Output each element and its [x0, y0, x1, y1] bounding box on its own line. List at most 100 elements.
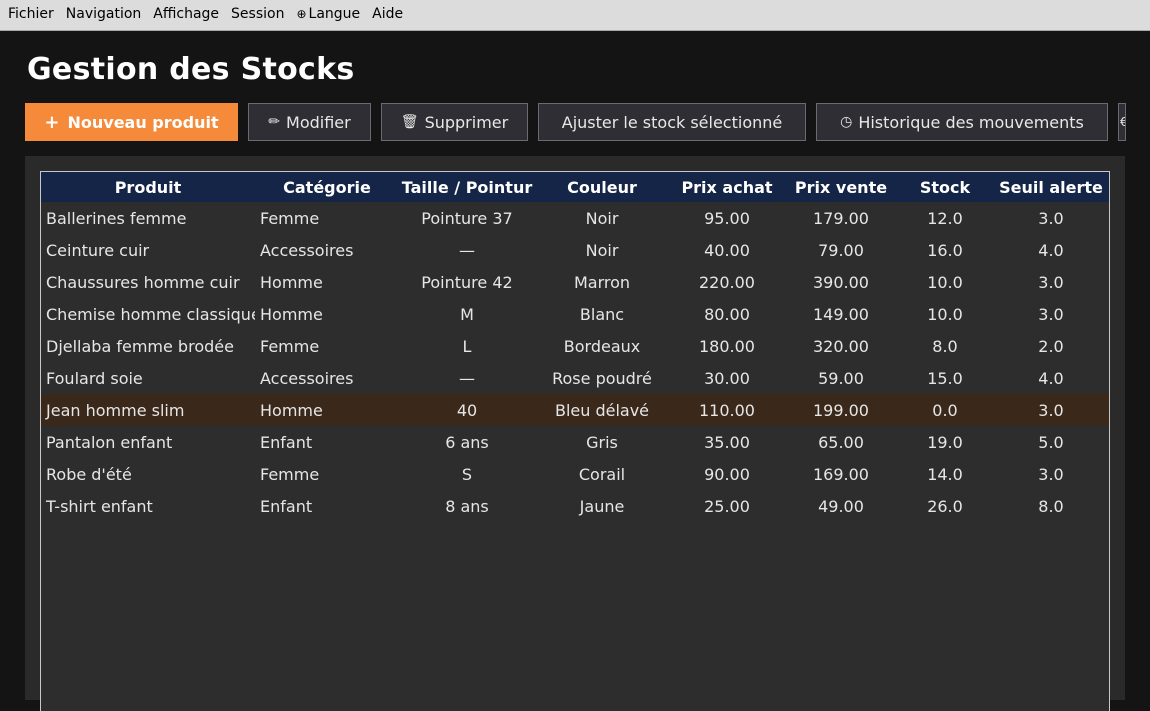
menu-session[interactable]: Session — [225, 6, 290, 24]
cell-prix-achat: 35.00 — [704, 432, 750, 452]
cell-stock: 0.0 — [932, 400, 958, 420]
cell-stock: 16.0 — [927, 240, 963, 260]
table-row[interactable]: Robe d'été Femme S Corail 90.00 169.00 14.0 3.0 — [41, 458, 1109, 490]
delete-button[interactable]: 🗑 Supprimer — [381, 103, 528, 141]
pencil-icon: ✏ — [268, 114, 281, 130]
col-header-prix-vente[interactable]: Prix vente — [785, 172, 897, 202]
cell-stock: 10.0 — [927, 272, 963, 292]
cell-stock: 19.0 — [927, 432, 963, 452]
menu-bar: Fichier Navigation Affichage Session ⊕ La… — [0, 0, 1150, 31]
cell-seuil: 3.0 — [1038, 272, 1064, 292]
cell-taille: Pointure 37 — [421, 208, 513, 228]
cell-prix-vente: 179.00 — [813, 208, 869, 228]
cell-prix-achat: 95.00 — [704, 208, 750, 228]
col-header-prix-achat[interactable]: Prix achat — [669, 172, 785, 202]
cell-seuil: 4.0 — [1038, 368, 1064, 388]
history-label: Historique des mouvements — [858, 112, 1084, 132]
cell-prix-achat: 40.00 — [704, 240, 750, 260]
edit-label: Modifier — [286, 112, 351, 132]
cell-couleur: Jaune — [579, 496, 625, 516]
edit-button[interactable]: ✏ Modifier — [248, 103, 371, 141]
cell-produit: Pantalon enfant — [46, 432, 173, 452]
cell-prix-vente: 49.00 — [818, 496, 864, 516]
adjust-stock-button[interactable]: Ajuster le stock sélectionné — [538, 103, 806, 141]
cell-seuil: 3.0 — [1038, 304, 1064, 324]
menu-langue-label: Langue — [308, 6, 361, 22]
clock-icon: ◷ — [840, 114, 853, 130]
cell-seuil: 3.0 — [1038, 464, 1064, 484]
table-row[interactable]: Jean homme slim Homme 40 Bleu délavé 110.00 1… — [41, 394, 1109, 426]
cell-taille: — — [459, 240, 475, 260]
cell-categorie: Homme — [260, 272, 323, 292]
cell-categorie: Femme — [260, 464, 320, 484]
table-row[interactable]: Chaussures homme cuir Homme Pointure 42 Mar… — [41, 266, 1109, 298]
cell-categorie: Accessoires — [260, 368, 354, 388]
cell-stock: 12.0 — [927, 208, 963, 228]
new-product-button[interactable]: + Nouveau produit — [25, 103, 238, 141]
cell-categorie: Accessoires — [260, 240, 354, 260]
new-product-label: Nouveau produit — [67, 112, 219, 132]
cell-seuil: 5.0 — [1038, 432, 1064, 452]
cell-prix-achat: 110.00 — [699, 400, 755, 420]
cell-prix-vente: 199.00 — [813, 400, 869, 420]
table-body: Ballerines femme Femme Pointure 37 Noir 95.0… — [41, 202, 1109, 522]
cell-seuil: 8.0 — [1038, 496, 1064, 516]
cell-prix-vente: 149.00 — [813, 304, 869, 324]
cell-categorie: Homme — [260, 304, 323, 324]
cell-prix-achat: 80.00 — [704, 304, 750, 324]
cell-produit: Ballerines femme — [46, 208, 187, 228]
col-header-couleur[interactable]: Couleur — [535, 172, 669, 202]
menu-fichier[interactable]: Fichier — [2, 6, 60, 24]
cell-produit: Robe d'été — [46, 464, 132, 484]
col-header-stock[interactable]: Stock — [897, 172, 993, 202]
table-panel: Produit Catégorie Taille / Pointur Coule… — [25, 156, 1125, 711]
adjust-stock-label: Ajuster le stock sélectionné — [561, 112, 783, 132]
cell-couleur: Bleu délavé — [554, 400, 650, 420]
history-button[interactable]: ◷ Historique des mouvements — [816, 103, 1108, 141]
cell-taille: L — [462, 336, 472, 356]
table-row[interactable]: Ballerines femme Femme Pointure 37 Noir 95.0… — [41, 202, 1109, 234]
cell-categorie: Femme — [260, 208, 320, 228]
col-header-categorie[interactable]: Catégorie — [255, 172, 399, 202]
cell-taille: 6 ans — [445, 432, 489, 452]
col-header-taille[interactable]: Taille / Pointur — [399, 172, 535, 202]
cell-produit: Chemise homme classique — [46, 304, 255, 324]
menu-aide[interactable]: Aide — [366, 6, 409, 24]
cell-couleur: Blanc — [579, 304, 625, 324]
cell-couleur: Noir — [585, 240, 619, 260]
overflow-icon: € — [1120, 115, 1125, 129]
col-header-seuil[interactable]: Seuil alerte — [993, 172, 1109, 202]
menu-langue[interactable]: ⊕ Langue — [290, 6, 366, 24]
products-table[interactable]: Produit Catégorie Taille / Pointur Coule… — [40, 171, 1110, 711]
cell-categorie: Enfant — [260, 432, 313, 452]
cell-seuil: 3.0 — [1038, 400, 1064, 420]
cell-prix-achat: 180.00 — [699, 336, 755, 356]
cell-seuil: 4.0 — [1038, 240, 1064, 260]
cell-categorie: Femme — [260, 336, 320, 356]
cell-categorie: Homme — [260, 400, 323, 420]
overflow-button[interactable]: € — [1118, 103, 1126, 141]
table-row[interactable]: Pantalon enfant Enfant 6 ans Gris 35.00 65.00… — [41, 426, 1109, 458]
delete-label: Supprimer — [424, 112, 509, 132]
cell-prix-vente: 79.00 — [818, 240, 864, 260]
plus-icon: + — [44, 111, 60, 133]
cell-stock: 8.0 — [932, 336, 958, 356]
cell-produit: T-shirt enfant — [46, 496, 153, 516]
cell-categorie: Enfant — [260, 496, 313, 516]
cell-produit: Ceinture cuir — [46, 240, 150, 260]
cell-stock: 26.0 — [927, 496, 963, 516]
table-row[interactable]: Foulard soie Accessoires — Rose poudré 30.00… — [41, 362, 1109, 394]
cell-couleur: Gris — [586, 432, 618, 452]
cell-produit: Foulard soie — [46, 368, 143, 388]
table-row[interactable]: Ceinture cuir Accessoires — Noir 40.00 79.00 1… — [41, 234, 1109, 266]
table-row[interactable]: Djellaba femme brodée Femme L Bordeaux 180.0… — [41, 330, 1109, 362]
cell-taille: 8 ans — [445, 496, 489, 516]
menu-affichage[interactable]: Affichage — [147, 6, 225, 24]
cell-couleur: Rose poudré — [552, 368, 652, 388]
cell-produit: Djellaba femme brodée — [46, 336, 234, 356]
menu-navigation[interactable]: Navigation — [60, 6, 148, 24]
table-row[interactable]: T-shirt enfant Enfant 8 ans Jaune 25.00 49.00… — [41, 490, 1109, 522]
table-row[interactable]: Chemise homme classique Homme M Blanc 80.00 1… — [41, 298, 1109, 330]
cell-produit: Jean homme slim — [46, 400, 185, 420]
col-header-produit[interactable]: Produit — [41, 172, 255, 202]
